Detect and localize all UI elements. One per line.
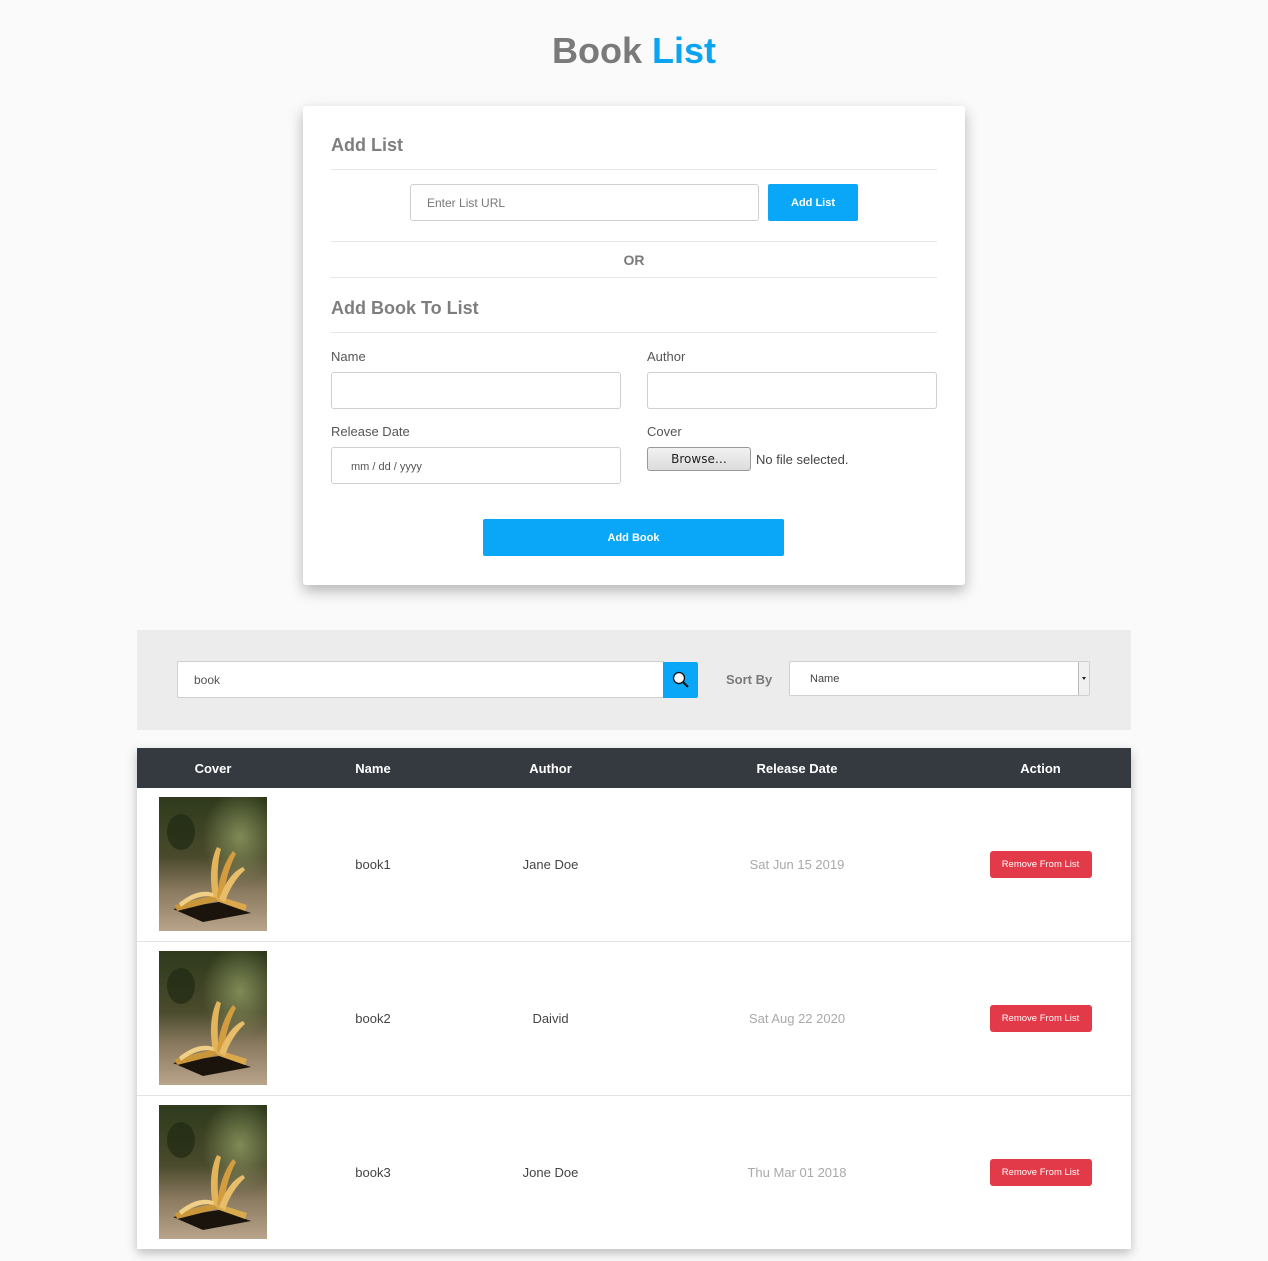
table-row: book2 Daivid Sat Aug 22 2020 Remove From… (137, 941, 1131, 1095)
release-date-placeholder: mm / dd / yyyy (351, 461, 422, 473)
books-table: Cover Name Author Release Date Action bo… (137, 748, 1131, 1249)
release-date-label: Release Date (331, 424, 410, 439)
or-separator: OR (623, 252, 645, 268)
list-url-input[interactable] (410, 184, 759, 221)
add-card: Add List Add List OR Add Book To List Na… (303, 106, 965, 585)
search-icon (672, 671, 689, 688)
remove-from-list-button[interactable]: Remove From List (989, 1158, 1092, 1186)
search-button[interactable] (663, 662, 698, 698)
book-release-date: Sat Aug 22 2020 (748, 1010, 846, 1026)
divider (331, 332, 937, 333)
book-cover-image (159, 951, 267, 1085)
book-name: book1 (355, 856, 391, 872)
page-title-part2: List (652, 30, 717, 71)
author-label: Author (647, 349, 686, 364)
column-header-cover: Cover (194, 760, 232, 776)
book-author: Jane Doe (522, 856, 579, 872)
page-title: Book List (0, 30, 1268, 72)
add-list-button[interactable]: Add List (768, 184, 858, 221)
book-name: book2 (355, 1010, 391, 1026)
name-label: Name (331, 349, 366, 364)
book-author: Jone Doe (522, 1164, 579, 1180)
chevron-down-icon (1078, 662, 1089, 695)
table-header-row: Cover Name Author Release Date Action (137, 748, 1131, 788)
divider (331, 277, 937, 278)
divider (331, 241, 937, 242)
sort-selected-value: Name (810, 673, 840, 685)
table-row: book3 Jone Doe Thu Mar 01 2018 Remove Fr… (137, 1095, 1131, 1249)
page-title-part1: Book (551, 30, 642, 71)
sort-by-label: Sort By (726, 672, 773, 687)
book-release-date: Sat Jun 15 2019 (749, 856, 845, 872)
book-cover-image (159, 797, 267, 932)
add-book-heading: Add Book To List (331, 298, 479, 318)
book-author-input[interactable] (647, 372, 937, 409)
column-header-action: Action (1020, 760, 1061, 776)
add-list-heading: Add List (331, 135, 403, 155)
search-input[interactable] (177, 661, 664, 698)
file-status: No file selected. (756, 452, 849, 467)
divider (331, 169, 937, 170)
book-name: book3 (355, 1164, 391, 1180)
add-book-button[interactable]: Add Book (483, 519, 784, 556)
table-row: book1 Jane Doe Sat Jun 15 2019 Remove Fr… (137, 788, 1131, 941)
remove-from-list-button[interactable]: Remove From List (989, 1004, 1092, 1032)
column-header-name: Name (355, 760, 391, 776)
cover-label: Cover (647, 424, 682, 439)
column-header-release-date: Release Date (756, 760, 838, 776)
filter-bar: Sort By Name (137, 630, 1131, 730)
book-name-input[interactable] (331, 372, 621, 409)
book-cover-image (159, 1105, 267, 1240)
book-author: Daivid (532, 1010, 569, 1026)
remove-from-list-button[interactable]: Remove From List (989, 850, 1092, 878)
browse-button[interactable]: Browse… (647, 447, 751, 471)
column-header-author: Author (529, 760, 572, 776)
sort-select[interactable]: Name (789, 661, 1090, 696)
book-release-date: Thu Mar 01 2018 (747, 1164, 847, 1180)
